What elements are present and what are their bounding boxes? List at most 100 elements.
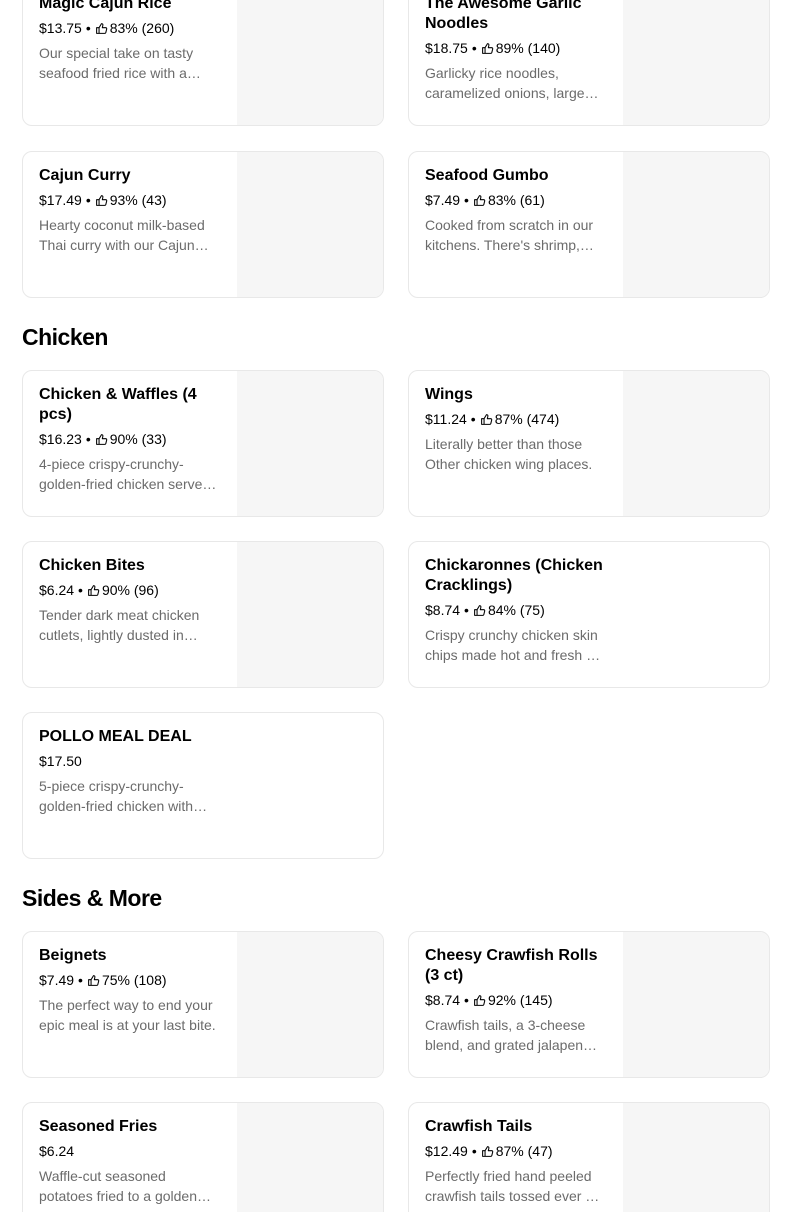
menu-item-name: Beignets [39, 947, 107, 964]
menu-item-meta: $6.24 [39, 1142, 217, 1160]
menu-item-image [623, 1103, 769, 1212]
separator-dot: • [78, 972, 83, 988]
thumbs-up-icon [481, 42, 493, 54]
menu-item-price: $16.23 [39, 431, 82, 447]
thumbs-up-icon [95, 22, 107, 34]
menu-item-card[interactable]: Seafood Gumbo $7.49 • 83% (61) Cooked from s… [408, 151, 770, 298]
menu-item-card[interactable]: Chicken Bites $6.24 • 90% (96) Tender dark m… [22, 541, 384, 688]
menu-item-meta: $12.49 • 87% (47) [425, 1142, 603, 1160]
menu-item-price: $12.49 [425, 1143, 468, 1159]
menu-item-description: Waffle-cut seasoned potatoes fried to a … [39, 1168, 198, 1204]
separator-dot: • [470, 411, 476, 427]
thumbs-up-icon [95, 433, 107, 445]
menu-item-image [623, 152, 769, 297]
menu-item-card[interactable]: Cheesy Crawfish Rolls (3 ct) $8.74 • 92% (1… [408, 931, 770, 1078]
menu-item-price: $6.24 [39, 582, 75, 598]
menu-item-price: $6.24 [39, 1143, 75, 1159]
thumbs-up-icon [474, 604, 486, 616]
menu-item-description: Crawfish tails, a 3-cheese blend, and gr… [425, 1017, 591, 1053]
menu-item-price: $18.75 [425, 40, 468, 56]
menu-item-meta: $7.49 • 75% (108) [39, 971, 217, 989]
menu-item-info: Beignets $7.49 • 75% (108) The perfect way t… [39, 946, 217, 1035]
menu-item-meta: $6.24 • 90% (96) [39, 581, 217, 599]
section-title-sides-more: Sides & More [22, 885, 162, 911]
menu-item-price: $17.50 [39, 753, 82, 769]
menu-item-name: Cheesy Crawfish Rolls (3 ct) [425, 947, 598, 984]
menu-item-name: Wings [425, 386, 473, 403]
menu-item-image [237, 1103, 383, 1212]
menu-item-meta: $17.50 [39, 752, 217, 770]
menu-item-meta: $8.74 • 84% (75) [425, 601, 603, 619]
menu-item-description: Hearty coconut milk-based Thai curry wit… [39, 217, 205, 253]
menu-item-info: Crawfish Tails $12.49 • 87% (47) Perfectly f… [425, 1117, 603, 1206]
menu-item-description: 4-piece crispy-crunchy-golden-fried chic… [39, 456, 211, 492]
menu-item-image [623, 932, 769, 1077]
menu-item-price: $8.74 [425, 602, 461, 618]
menu-item-card[interactable]: The Awesome Garlic Noodles $18.75 • 89% (14… [408, 0, 770, 126]
thumbs-up-icon [95, 194, 107, 206]
menu-item-image [623, 0, 769, 125]
menu-item-name: Chickaronnes (Chicken Cracklings) [425, 557, 603, 594]
menu-item-rating: 93% (43) [109, 192, 167, 208]
menu-item-image [237, 371, 383, 516]
menu-item-meta: $13.75 • 83% (260) [39, 19, 217, 37]
menu-item-meta: $16.23 • 90% (33) [39, 430, 217, 448]
menu-item-card[interactable]: POLLO MEAL DEAL $17.50 5-piece crispy-crun… [22, 712, 384, 859]
menu-item-name: Cajun Curry [39, 167, 131, 184]
menu-item-card[interactable]: Beignets $7.49 • 75% (108) The perfect way t… [22, 931, 384, 1078]
separator-dot: • [464, 192, 469, 208]
menu-item-price: $8.74 [425, 992, 461, 1008]
menu-item-description: Tender dark meat chicken cutlets, lightl… [39, 607, 200, 643]
menu-item-name: Crawfish Tails [425, 1118, 533, 1135]
menu-item-card[interactable]: Crawfish Tails $12.49 • 87% (47) Perfectly f… [408, 1102, 770, 1212]
menu-item-info: Magic Cajun Rice $13.75 • 83% (260) Our spec… [39, 0, 217, 83]
section-title-chicken: Chicken [22, 324, 108, 350]
menu-item-price: $7.49 [39, 972, 75, 988]
menu-item-card[interactable]: Magic Cajun Rice $13.75 • 83% (260) Our spec… [22, 0, 384, 126]
menu-item-rating: 90% (33) [109, 431, 167, 447]
menu-item-info: Wings $11.24 • 87% (474) Literally better th… [425, 385, 603, 474]
menu-item-rating: 84% (75) [487, 602, 545, 618]
separator-dot: • [471, 40, 477, 56]
menu-item-card[interactable]: Seasoned Fries $6.24 Waffle-cut seasoned p… [22, 1102, 384, 1212]
separator-dot: • [78, 582, 83, 598]
thumbs-up-icon [474, 994, 486, 1006]
menu-item-image [237, 0, 383, 125]
menu-item-description: Cooked from scratch in our kitchens. The… [425, 217, 594, 253]
menu-item-card[interactable]: Chicken & Waffles (4 pcs) $16.23 • 90% (33)… [22, 370, 384, 517]
menu-item-description: Literally better than those Other chicke… [425, 436, 593, 472]
menu-item-price: $7.49 [425, 192, 461, 208]
thumbs-up-icon [88, 584, 100, 596]
menu-item-rating: 89% (140) [495, 40, 561, 56]
menu-item-card[interactable]: Cajun Curry $17.49 • 93% (43) Hearty coconut… [22, 151, 384, 298]
menu-item-rating: 87% (474) [494, 411, 560, 427]
menu-item-card[interactable]: Chickaronnes (Chicken Cracklings) $8.74 • 8… [408, 541, 770, 688]
menu-item-description: 5-piece crispy-crunchy-golden-fried chic… [39, 778, 194, 814]
thumbs-up-icon [480, 413, 492, 425]
menu-item-info: Chicken Bites $6.24 • 90% (96) Tender dark m… [39, 556, 217, 645]
menu-item-description: Perfectly fried hand peeled crawfish tai… [425, 1168, 601, 1204]
menu-item-info: The Awesome Garlic Noodles $18.75 • 89% (14… [425, 0, 603, 103]
thumbs-up-icon [481, 1145, 493, 1157]
menu-item-price: $13.75 [39, 20, 82, 36]
menu-item-card[interactable]: Wings $11.24 • 87% (474) Literally better th… [408, 370, 770, 517]
menu-item-image [623, 371, 769, 516]
menu-item-rating: 90% (96) [101, 582, 159, 598]
menu-item-rating: 75% (108) [101, 972, 167, 988]
menu-item-info: Cheesy Crawfish Rolls (3 ct) $8.74 • 92% (1… [425, 946, 603, 1055]
menu-item-info: Seafood Gumbo $7.49 • 83% (61) Cooked from s… [425, 166, 603, 255]
menu-item-info: Chicken & Waffles (4 pcs) $16.23 • 90% (33)… [39, 385, 217, 494]
menu-item-description: Garlicky rice noodles, caramelized onion… [425, 65, 585, 101]
menu-item-meta: $18.75 • 89% (140) [425, 39, 603, 57]
menu-item-rating: 87% (47) [495, 1143, 553, 1159]
menu-item-name: Seafood Gumbo [425, 167, 549, 184]
menu-item-price: $11.24 [425, 411, 467, 427]
menu-item-name: Seasoned Fries [39, 1118, 158, 1135]
menu-item-name: The Awesome Garlic Noodles [425, 0, 582, 32]
menu-item-description: Crispy crunchy chicken skin chips made h… [425, 627, 598, 663]
menu-item-image [237, 932, 383, 1077]
menu-item-name: POLLO MEAL DEAL [39, 728, 192, 745]
menu-item-description: Our special take on tasty seafood fried … [39, 45, 194, 81]
separator-dot: • [464, 602, 469, 618]
menu-item-rating: 92% (145) [487, 992, 553, 1008]
